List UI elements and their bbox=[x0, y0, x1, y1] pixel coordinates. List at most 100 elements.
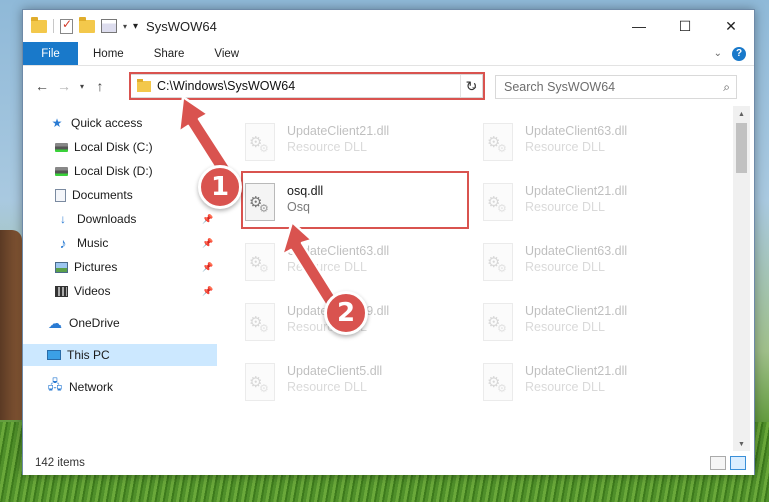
window-controls: — ☐ ✕ bbox=[616, 10, 754, 42]
properties-check-icon[interactable] bbox=[60, 17, 73, 34]
dll-file-icon bbox=[483, 363, 513, 401]
pictures-icon bbox=[55, 261, 68, 273]
pin-icon[interactable]: 📌 bbox=[202, 262, 213, 273]
minimize-button[interactable]: — bbox=[616, 10, 662, 42]
star-icon: ★ bbox=[51, 116, 63, 130]
search-icon[interactable]: ⌕ bbox=[723, 80, 730, 95]
vertical-scrollbar[interactable]: ▲ ▼ bbox=[733, 106, 750, 452]
tiles-view-icon[interactable] bbox=[730, 456, 746, 470]
up-arrow-icon[interactable]: ↑ bbox=[89, 78, 111, 94]
customize-toolbar-icon[interactable]: ▾ bbox=[133, 21, 138, 32]
new-folder-icon[interactable] bbox=[79, 16, 95, 33]
sidebar-item-label: This PC bbox=[67, 348, 110, 362]
dll-file-icon bbox=[483, 183, 513, 221]
sidebar-item-music[interactable]: ♪ Music 📌 bbox=[23, 232, 217, 254]
dll-file-icon bbox=[483, 303, 513, 341]
pin-icon[interactable]: 📌 bbox=[202, 238, 213, 249]
dll-file-icon bbox=[245, 243, 275, 281]
file-name: UpdateClient21.dll bbox=[525, 364, 628, 378]
dll-file-icon bbox=[245, 363, 275, 401]
downloads-icon: ↓ bbox=[60, 212, 66, 226]
file-item[interactable]: UpdateClient5.dll Resource DLL bbox=[245, 360, 470, 410]
sidebar-item-local-disk-d[interactable]: Local Disk (D:) bbox=[23, 160, 217, 182]
properties-icon[interactable] bbox=[101, 19, 117, 33]
toolbar-separator bbox=[53, 19, 54, 33]
file-type: Resource DLL bbox=[287, 380, 367, 394]
search-box[interactable]: ⌕ bbox=[495, 75, 737, 99]
file-item[interactable]: UpdateClient63.dll Resource DLL bbox=[483, 240, 708, 290]
sidebar-item-onedrive[interactable]: ☁ OneDrive bbox=[23, 312, 217, 334]
scroll-up-icon[interactable]: ▲ bbox=[733, 106, 750, 122]
file-type: Resource DLL bbox=[525, 140, 605, 154]
file-type: Resource DLL bbox=[287, 140, 367, 154]
folder-icon bbox=[31, 16, 47, 33]
file-name: UpdateClient63.dll bbox=[525, 244, 628, 258]
sidebar-item-label: Local Disk (D:) bbox=[74, 164, 153, 178]
sidebar-item-downloads[interactable]: ↓ Downloads 📌 bbox=[23, 208, 217, 230]
dll-file-icon bbox=[245, 123, 275, 161]
expand-ribbon-icon[interactable]: ⌄ bbox=[714, 48, 722, 59]
sidebar-item-label: Pictures bbox=[74, 260, 118, 274]
sidebar-item-network[interactable]: 🖧 Network bbox=[23, 376, 217, 398]
help-icon[interactable]: ? bbox=[732, 46, 746, 61]
disk-icon bbox=[55, 166, 68, 176]
file-list: UpdateClient21.dll Resource DLL osq.dll Os… bbox=[217, 106, 733, 448]
maximize-button[interactable]: ☐ bbox=[662, 10, 708, 42]
ribbon-tabs: File Home Share View ⌄ ? bbox=[23, 42, 754, 66]
step-badge-2: 2 bbox=[324, 291, 368, 335]
file-name: osq.dll bbox=[287, 184, 324, 198]
file-type: Resource DLL bbox=[525, 320, 605, 334]
tab-home[interactable]: Home bbox=[78, 42, 139, 65]
tab-share[interactable]: Share bbox=[139, 42, 200, 65]
forward-arrow-icon[interactable]: → bbox=[53, 78, 75, 94]
sidebar-item-label: Network bbox=[69, 380, 114, 394]
dll-file-icon bbox=[245, 303, 275, 341]
sidebar-item-this-pc[interactable]: This PC bbox=[23, 344, 217, 366]
refresh-icon: ↻ bbox=[465, 77, 478, 94]
file-type: Resource DLL bbox=[525, 200, 605, 214]
documents-icon bbox=[55, 188, 66, 202]
address-path[interactable]: C:\Windows\SysWOW64 bbox=[157, 79, 295, 93]
background-windmill bbox=[0, 230, 22, 420]
sidebar-item-pictures[interactable]: Pictures 📌 bbox=[23, 256, 217, 278]
pin-icon[interactable]: 📌 bbox=[202, 214, 213, 225]
sidebar-item-quick-access[interactable]: ★ Quick access bbox=[23, 112, 217, 134]
back-arrow-icon[interactable]: ← bbox=[31, 78, 53, 94]
file-item[interactable]: UpdateClient63.dll Resource DLL bbox=[245, 240, 470, 290]
sidebar-item-label: Videos bbox=[74, 284, 111, 298]
pin-icon[interactable]: 📌 bbox=[202, 286, 213, 297]
scroll-down-icon[interactable]: ▼ bbox=[733, 436, 750, 452]
refresh-button[interactable]: ↻ bbox=[460, 75, 482, 97]
sidebar-item-local-disk-c[interactable]: Local Disk (C:) bbox=[23, 136, 217, 158]
search-input[interactable] bbox=[504, 80, 704, 94]
file-name: UpdateClient21.dll bbox=[525, 304, 628, 318]
file-item[interactable]: UpdateClient21.dll Resource DLL bbox=[245, 120, 470, 170]
file-item[interactable]: UpdateClient21.dll Resource DLL bbox=[483, 360, 708, 410]
sidebar-item-label: Quick access bbox=[71, 116, 143, 130]
cloud-icon: ☁ bbox=[48, 314, 62, 331]
recent-locations-chevron-icon[interactable]: ▾ bbox=[75, 82, 89, 91]
sidebar-item-documents[interactable]: Documents 📌 bbox=[23, 184, 217, 206]
close-button[interactable]: ✕ bbox=[708, 10, 754, 42]
file-item-osq-dll[interactable]: osq.dll Osq bbox=[245, 180, 470, 230]
music-icon: ♪ bbox=[59, 235, 67, 251]
sidebar-item-label: OneDrive bbox=[69, 316, 120, 330]
pc-icon bbox=[47, 350, 61, 360]
file-item[interactable]: UpdateClient63.dll Resource DLL bbox=[483, 120, 708, 170]
quick-access-toolbar: ▾ ▾ bbox=[23, 16, 138, 34]
ribbon-right: ⌄ ? bbox=[714, 42, 754, 65]
scrollbar-thumb[interactable] bbox=[736, 123, 747, 173]
file-item[interactable]: UpdateClient21.dll Resource DLL bbox=[483, 300, 708, 350]
sidebar-item-videos[interactable]: Videos 📌 bbox=[23, 280, 217, 302]
tab-view[interactable]: View bbox=[199, 42, 254, 65]
chevron-down-icon[interactable]: ▾ bbox=[123, 22, 127, 31]
sidebar-item-label: Documents bbox=[72, 188, 133, 202]
sidebar-item-label: Local Disk (C:) bbox=[74, 140, 153, 154]
address-bar[interactable]: C:\Windows\SysWOW64 ⌄ bbox=[130, 74, 483, 98]
details-view-icon[interactable] bbox=[710, 456, 726, 470]
file-name: UpdateClient63.dll bbox=[525, 124, 628, 138]
status-bar: 142 items bbox=[23, 451, 754, 475]
tab-file[interactable]: File bbox=[23, 42, 78, 65]
file-type: Resource DLL bbox=[525, 380, 605, 394]
file-item[interactable]: UpdateClient21.dll Resource DLL bbox=[483, 180, 708, 230]
